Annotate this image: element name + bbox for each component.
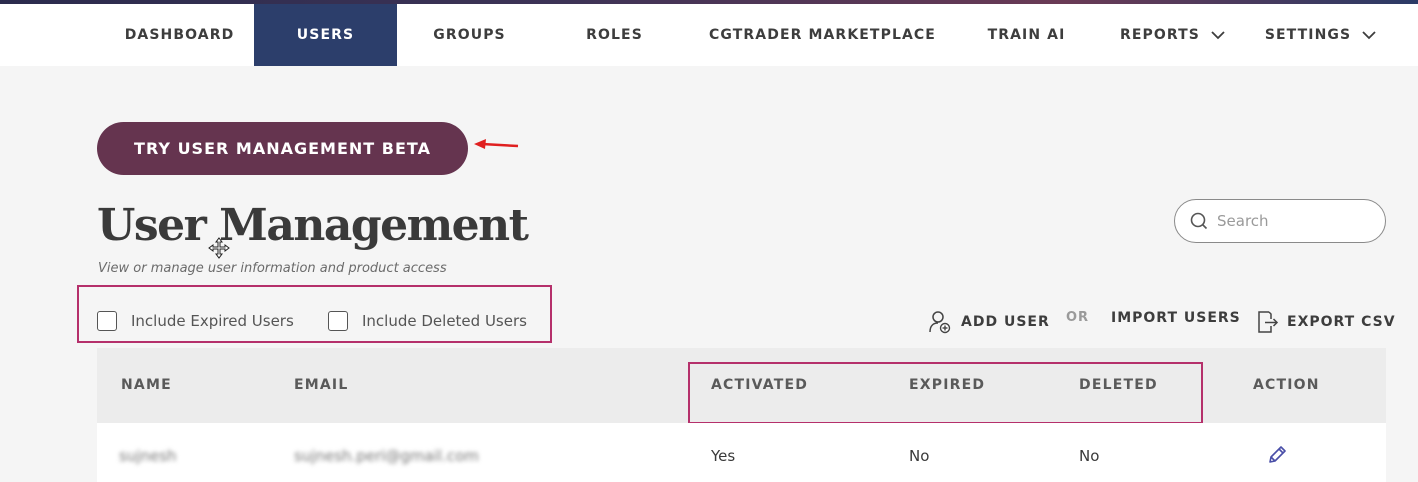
column-header-name[interactable]: NAME — [121, 377, 172, 393]
pencil-icon[interactable] — [1266, 444, 1288, 466]
page-title: User Management — [97, 200, 529, 251]
include-expired-users-label: Include Expired Users — [131, 312, 294, 330]
search-box[interactable] — [1174, 199, 1386, 243]
include-deleted-users-checkbox[interactable]: Include Deleted Users — [328, 311, 527, 331]
nav-cgtrader-marketplace[interactable]: CGTRADER MARKETPLACE — [700, 4, 945, 66]
nav-train-ai[interactable]: TRAIN AI — [960, 4, 1093, 66]
nav-dashboard[interactable]: DASHBOARD — [108, 4, 251, 66]
chevron-down-icon — [1362, 31, 1376, 40]
nav-users-label: USERS — [296, 27, 355, 43]
cell-activated: Yes — [711, 447, 736, 465]
add-user-label: ADD USER — [961, 314, 1050, 330]
nav-roles-label: ROLES — [586, 27, 643, 43]
page-subtitle: View or manage user information and prod… — [98, 261, 447, 276]
import-users-label: IMPORT USERS — [1111, 310, 1241, 326]
or-separator: OR — [1066, 310, 1089, 325]
export-csv-button[interactable]: EXPORT CSV — [1255, 310, 1396, 334]
add-user-icon — [929, 311, 951, 334]
table-row — [97, 423, 1386, 482]
nav-dashboard-label: DASHBOARD — [124, 27, 235, 43]
nav-groups[interactable]: GROUPS — [398, 4, 541, 66]
export-csv-label: EXPORT CSV — [1287, 314, 1396, 330]
cell-expired: No — [909, 447, 930, 465]
chevron-down-icon — [1211, 31, 1225, 40]
status-columns-highlight-box — [688, 362, 1203, 424]
nav-train-ai-label: TRAIN AI — [987, 27, 1066, 43]
add-user-button[interactable]: ADD USER — [928, 310, 1050, 334]
nav-users[interactable]: USERS — [254, 4, 397, 66]
search-input[interactable] — [1217, 212, 1367, 230]
cell-deleted: No — [1079, 447, 1100, 465]
nav-roles[interactable]: ROLES — [543, 4, 686, 66]
nav-settings-label: SETTINGS — [1264, 27, 1352, 43]
cell-email: sujnesh.peri@gmail.com — [294, 447, 479, 465]
include-expired-users-checkbox[interactable]: Include Expired Users — [97, 311, 294, 331]
import-users-button[interactable]: IMPORT USERS — [1111, 310, 1241, 326]
try-user-management-beta-button[interactable]: TRY USER MANAGEMENT BETA — [97, 122, 468, 175]
or-label: OR — [1066, 310, 1090, 325]
move-cursor-icon — [208, 237, 230, 259]
expired-checkbox-box[interactable] — [97, 311, 117, 331]
search-icon — [1190, 212, 1208, 230]
nav-cgtrader-label: CGTRADER MARKETPLACE — [709, 27, 936, 43]
nav-reports-label: REPORTS — [1120, 27, 1200, 43]
nav-reports[interactable]: REPORTS — [1108, 4, 1238, 66]
nav-groups-label: GROUPS — [433, 27, 506, 43]
main-nav: DASHBOARD USERS GROUPS ROLES CGTRADER MA… — [0, 4, 1418, 66]
annotation-arrow-icon — [474, 139, 519, 149]
column-header-email[interactable]: EMAIL — [294, 377, 348, 393]
column-header-action: ACTION — [1253, 377, 1320, 393]
cell-name: sujnesh — [119, 447, 177, 465]
include-deleted-users-label: Include Deleted Users — [362, 312, 527, 330]
nav-settings[interactable]: SETTINGS — [1252, 4, 1390, 66]
deleted-checkbox-box[interactable] — [328, 311, 348, 331]
export-icon — [1258, 311, 1279, 333]
